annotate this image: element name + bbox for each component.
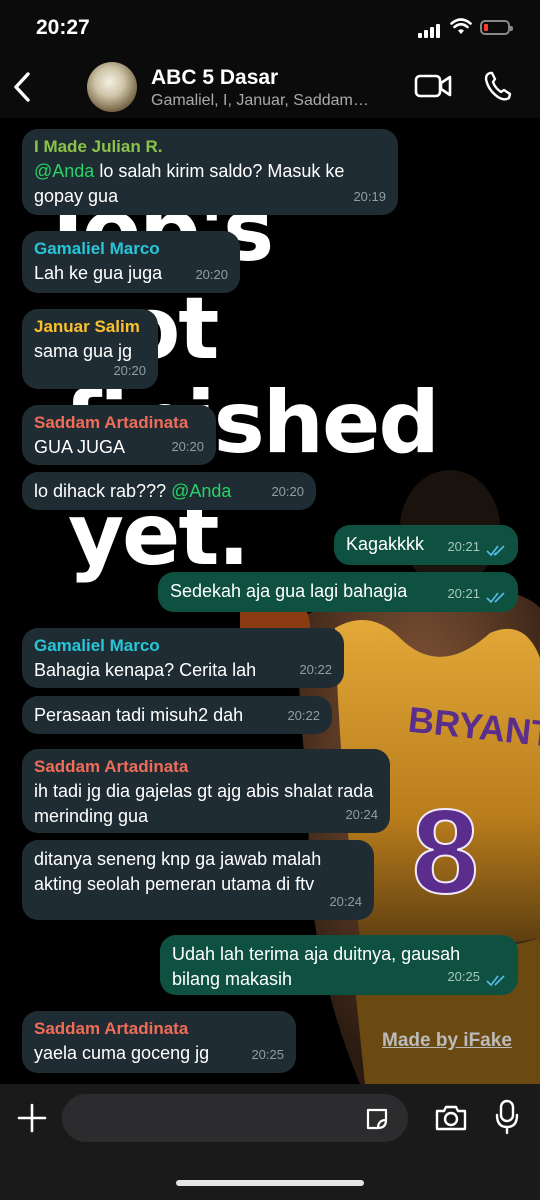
message-bubble-incoming[interactable]: Saddam Artadinata yaela cuma goceng jg 2… (22, 1011, 296, 1073)
message-bubble-incoming[interactable]: Januar Salim sama gua jg 20:20 (22, 309, 158, 389)
message-time: 20:20 (171, 439, 204, 454)
group-members-subtitle[interactable]: Gamaliel, I, Januar, Saddam… (151, 92, 401, 110)
message-time: 20:19 (353, 189, 386, 204)
message-text: Perasaan tadi misuh2 dah (34, 705, 244, 725)
group-title[interactable]: ABC 5 Dasar (151, 66, 278, 90)
watermark: Made by iFake (382, 1030, 512, 1051)
video-call-icon[interactable] (414, 73, 452, 99)
message-text: Bahagia kenapa? Cerita lah (34, 660, 257, 680)
message-bubble-incoming[interactable]: Saddam Artadinata ih tadi jg dia gajelas… (22, 749, 390, 833)
message-bubble-incoming[interactable]: Perasaan tadi misuh2 dah 20:22 (22, 696, 332, 734)
message-time: 20:25 (447, 969, 480, 984)
mention-link[interactable]: @Anda (171, 481, 231, 501)
message-bubble-outgoing[interactable]: Sedekah aja gua lagi bahagia 20:21 (158, 572, 518, 612)
back-chevron-icon[interactable] (10, 70, 34, 104)
battery-low-icon (480, 20, 513, 35)
mention-link[interactable]: @Anda (34, 161, 94, 181)
message-bubble-outgoing[interactable]: Kagakkkk 20:21 (334, 525, 518, 565)
message-bubble-incoming[interactable]: ditanya seneng knp ga jawab malah akting… (22, 840, 374, 920)
message-input[interactable] (62, 1094, 408, 1142)
sender-name: Saddam Artadinata (34, 413, 189, 432)
message-text: ih tadi jg dia gajelas gt ajg abis shala… (34, 781, 374, 826)
message-time: 20:24 (345, 807, 378, 822)
voice-call-icon[interactable] (483, 70, 513, 102)
message-bubble-incoming[interactable]: I Made Julian R. @Anda lo salah kirim sa… (22, 129, 398, 215)
chat-header: ABC 5 Dasar Gamaliel, I, Januar, Saddam… (0, 56, 540, 118)
jersey-number: 8 (412, 785, 479, 919)
message-time: 20:21 (447, 586, 480, 601)
message-text-body: lo dihack rab??? (34, 481, 172, 501)
message-time: 20:20 (271, 484, 304, 499)
message-text: lo dihack rab??? @Anda (34, 479, 304, 504)
message-bubble-incoming[interactable]: Gamaliel Marco Lah ke gua juga 20:20 (22, 231, 240, 293)
status-bar: 20:27 (0, 0, 540, 56)
sender-name: Gamaliel Marco (34, 239, 160, 258)
sender-name: Saddam Artadinata (34, 757, 189, 776)
sender-name: Januar Salim (34, 317, 140, 336)
sender-name: I Made Julian R. (34, 137, 163, 156)
message-time: 20:20 (195, 267, 228, 282)
microphone-icon[interactable] (495, 1099, 519, 1135)
message-text: Kagakkkk (346, 534, 425, 554)
message-bubble-incoming[interactable]: lo dihack rab??? @Anda 20:20 (22, 472, 316, 510)
message-time: 20:20 (113, 363, 146, 378)
read-receipt-icon (486, 592, 505, 604)
camera-icon[interactable] (434, 1104, 468, 1132)
read-receipt-icon (486, 975, 505, 987)
cellular-signal-icon (418, 20, 442, 38)
message-time: 20:22 (299, 662, 332, 677)
attach-plus-icon[interactable] (16, 1102, 48, 1134)
home-indicator[interactable] (176, 1180, 364, 1186)
message-text: yaela cuma goceng jg (34, 1043, 210, 1063)
message-time: 20:22 (287, 708, 320, 723)
message-bubble-incoming[interactable]: Gamaliel Marco Bahagia kenapa? Cerita la… (22, 628, 344, 688)
sticker-icon[interactable] (364, 1106, 390, 1132)
status-time: 20:27 (36, 16, 90, 39)
wifi-icon (450, 18, 472, 34)
group-avatar[interactable] (87, 62, 137, 112)
message-bubble-incoming[interactable]: Saddam Artadinata GUA JUGA 20:20 (22, 405, 216, 465)
read-receipt-icon (486, 545, 505, 557)
sender-name: Saddam Artadinata (34, 1019, 189, 1038)
message-time: 20:24 (329, 894, 362, 909)
message-text: ditanya seneng knp ga jawab malah akting… (34, 849, 322, 894)
message-time: 20:21 (447, 539, 480, 554)
message-text: @Anda lo salah kirim saldo? Masuk ke gop… (34, 159, 384, 209)
message-bubble-outgoing[interactable]: Udah lah terima aja duitnya, gausah bila… (160, 935, 518, 995)
message-time: 20:25 (251, 1047, 284, 1062)
sender-name: Gamaliel Marco (34, 636, 160, 655)
